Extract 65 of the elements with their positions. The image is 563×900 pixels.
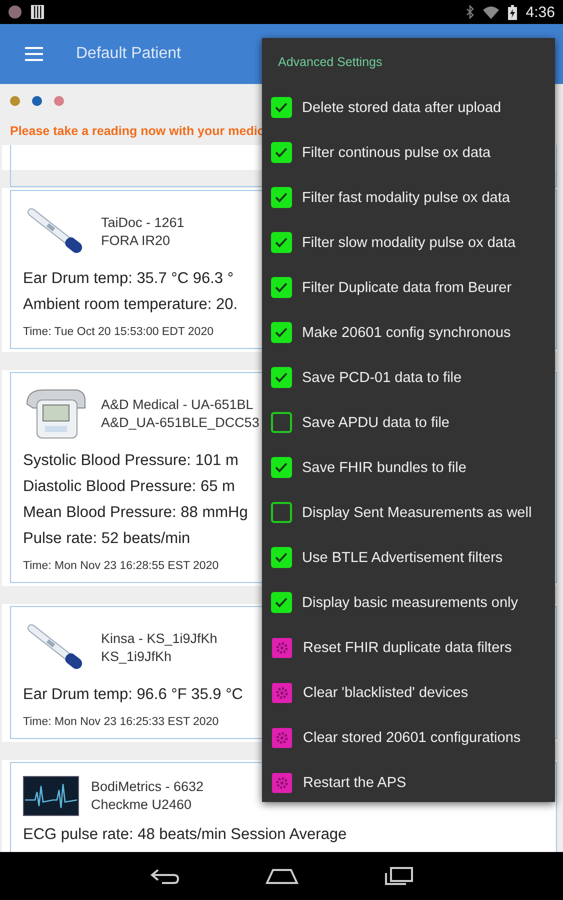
app-bar-title: Default Patient [76, 45, 181, 63]
measurement-value: Pulse rate: 52 beats/min [23, 529, 190, 549]
checkbox[interactable] [271, 142, 292, 163]
device-name: Kinsa - KS_1i9JfKh [101, 630, 218, 648]
notification-circle-icon [8, 5, 22, 19]
measurement-value: Ear Drum temp: 96.6 °F 35.9 °C [23, 685, 244, 705]
measurement-value: Systolic Blood Pressure: 101 m [23, 451, 238, 471]
recent-apps-icon[interactable] [384, 866, 414, 886]
barcode-icon [31, 5, 44, 19]
menu-item[interactable]: Filter Duplicate data from Beurer [302, 280, 512, 296]
checkbox[interactable] [271, 547, 292, 568]
bluetooth-icon [466, 5, 474, 19]
measurement-value: Diastolic Blood Pressure: 65 m [23, 477, 235, 497]
measurement-time: Time: Mon Nov 23 16:25:33 EST 2020 [23, 716, 219, 728]
checkbox[interactable] [271, 322, 292, 343]
measurement-value: Ambient room temperature: 20. [23, 295, 238, 315]
menu-item[interactable]: Filter slow modality pulse ox data [302, 234, 516, 250]
menu-item[interactable]: Save FHIR bundles to file [302, 460, 466, 476]
menu-item[interactable]: Reset FHIR duplicate data filters [303, 640, 512, 656]
menu-item[interactable]: Display basic measurements only [302, 594, 518, 610]
checkbox[interactable] [271, 412, 292, 433]
warning-message: Please take a reading now with your medic [10, 124, 264, 138]
measurement-value: Ear Drum temp: 35.7 °C 96.3 ° [23, 269, 234, 289]
checkbox[interactable] [271, 502, 292, 523]
back-icon[interactable] [150, 867, 180, 885]
measurement-value: ECG pulse rate: 48 beats/min Session Average [23, 825, 347, 845]
menu-item[interactable]: Use BTLE Advertisement filters [302, 550, 503, 566]
checkbox[interactable] [271, 457, 292, 478]
battery-icon [508, 4, 517, 20]
device-model: A&D_UA-651BLE_DCC53 [101, 414, 260, 432]
menu-item[interactable]: Delete stored data after upload [302, 100, 502, 116]
menu-icon[interactable] [25, 47, 43, 61]
checkbox[interactable] [271, 187, 292, 208]
gear-icon [272, 638, 292, 658]
gear-icon [272, 772, 292, 792]
menu-item[interactable]: Restart the APS [303, 774, 406, 790]
device-name: BodiMetrics - 6632 [91, 778, 204, 796]
menu-item[interactable]: Make 20601 config synchronous [302, 324, 511, 340]
measurement-time: Time: Mon Nov 23 16:28:55 EST 2020 [23, 560, 219, 572]
device-model: FORA IR20 [101, 232, 170, 250]
device-model: Checkme U2460 [91, 796, 192, 814]
gear-icon [272, 728, 292, 748]
measurement-value: Mean Blood Pressure: 88 mmHg [23, 503, 248, 523]
menu-item[interactable]: Filter continous pulse ox data [302, 144, 491, 160]
device-model: KS_1i9JfKh [101, 648, 172, 666]
menu-item[interactable]: Save APDU data to file [302, 414, 450, 430]
menu-item[interactable]: Save PCD-01 data to file [302, 370, 462, 386]
menu-item[interactable]: Clear stored 20601 configurations [303, 730, 521, 746]
checkbox[interactable] [271, 97, 292, 118]
device-name: TaiDoc - 1261 [101, 214, 184, 232]
checkbox[interactable] [271, 367, 292, 388]
home-icon[interactable] [264, 868, 298, 884]
gear-icon [272, 682, 292, 702]
device-name: A&D Medical - UA-651BL [101, 396, 254, 414]
clock-time: 4:36 [526, 4, 555, 20]
menu-item[interactable]: Display Sent Measurements as well [302, 504, 532, 520]
checkbox[interactable] [271, 592, 292, 613]
checkbox[interactable] [271, 232, 292, 253]
menu-item[interactable]: Clear 'blacklisted' devices [303, 684, 468, 700]
ecg-waveform-icon [23, 776, 79, 816]
measurement-time: Time: Tue Oct 20 15:53:00 EDT 2020 [23, 326, 214, 338]
menu-title: Advanced Settings [277, 54, 384, 71]
checkbox[interactable] [271, 277, 292, 298]
wifi-icon [482, 6, 499, 18]
menu-item[interactable]: Filter fast modality pulse ox data [302, 190, 510, 206]
